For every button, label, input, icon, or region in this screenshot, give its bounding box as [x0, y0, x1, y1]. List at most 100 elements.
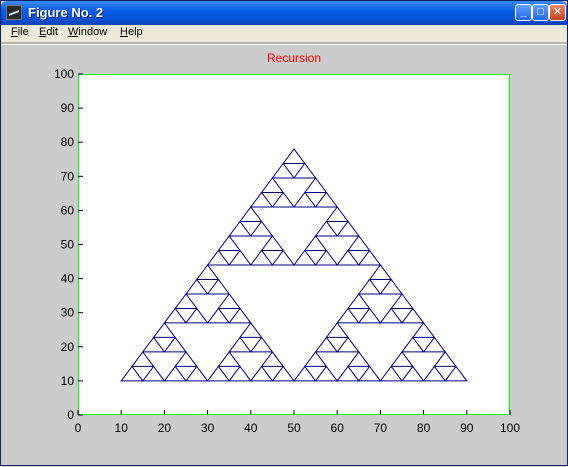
fractal-triangle [368, 264, 393, 280]
fractal-triangle [282, 148, 306, 165]
x-tick-label: 40 [244, 421, 258, 435]
y-tick-label: 50 [61, 238, 75, 252]
fractal-triangle [206, 278, 231, 295]
fractal-triangle [314, 191, 339, 208]
x-axis: 0 10 20 30 40 50 60 70 80 90 100 [75, 410, 520, 435]
y-tick-label: 0 [67, 408, 74, 422]
fractal-triangle [217, 235, 241, 251]
fractal-triangle [401, 336, 425, 353]
fractal-triangle [174, 293, 198, 309]
x-tick-label: 90 [460, 421, 474, 435]
fractal-triangle [293, 191, 317, 208]
fractal-triangle [163, 365, 187, 382]
fractal-triangle [401, 307, 425, 324]
fractal-triangle [271, 191, 295, 208]
fractal-triangle [217, 351, 241, 367]
fractal-triangle [163, 336, 187, 353]
fractal-triangle [336, 365, 360, 382]
fractal-triangle [249, 249, 274, 266]
y-tick-label: 80 [61, 135, 75, 149]
fractal-triangle [303, 177, 328, 193]
x-tick-label: 10 [115, 421, 129, 435]
fractal-triangle [249, 336, 274, 353]
x-tick-label: 80 [417, 421, 431, 435]
fractal-triangle [390, 293, 414, 309]
fractal-triangle [206, 249, 231, 266]
fractal-triangle [401, 365, 425, 382]
fractal-triangle [303, 351, 328, 367]
fractal-triangle [228, 249, 252, 266]
fractal-triangle [249, 191, 274, 208]
fractal-triangle [411, 322, 436, 338]
fractal-triangle [163, 307, 187, 324]
fractal-triangle [228, 220, 252, 237]
fractal-triangle [174, 351, 198, 367]
fractal-triangle [422, 336, 447, 353]
fractal-triangle [239, 206, 263, 222]
fractal-triangle [347, 235, 371, 251]
fractal-triangle [271, 249, 295, 266]
fractal-triangle [379, 278, 403, 295]
fractal-triangle [141, 365, 166, 382]
fractal-triangle [347, 351, 371, 367]
fractal-triangle [357, 249, 382, 266]
x-tick-label: 60 [331, 421, 345, 435]
fractal-triangle [293, 249, 317, 266]
fractal-triangle [336, 220, 360, 237]
fractal-triangle [379, 365, 403, 382]
fractal-triangle [195, 264, 220, 280]
x-tick-label: 30 [201, 421, 215, 435]
fractal-triangle [120, 365, 144, 382]
fractal-triangle [444, 365, 468, 382]
x-tick-label: 50 [287, 421, 301, 435]
fractal-triangle [228, 307, 252, 324]
y-tick-label: 60 [61, 203, 75, 217]
fractal-triangle [314, 336, 339, 353]
fractal-triangle [357, 278, 382, 295]
fractal-triangle [325, 322, 349, 338]
fractal-triangle [185, 278, 209, 295]
fractal-triangle [433, 351, 457, 367]
fractal-triangle [390, 351, 414, 367]
y-tick-label: 70 [61, 169, 75, 183]
fractal-triangle [260, 177, 285, 193]
fractal-triangle [249, 220, 274, 237]
fractal-triangle [271, 365, 295, 382]
y-tick-label: 10 [61, 374, 75, 388]
fractal-triangle [206, 307, 231, 324]
fractal-triangle [141, 336, 166, 353]
fractal-triangle [325, 206, 349, 222]
figure-window: Figure No. 2 _ □ ✕ File Edit Window Help… [0, 0, 568, 466]
fractal-triangle [260, 351, 285, 367]
fractal-triangle [336, 336, 360, 353]
y-tick-label: 90 [61, 101, 75, 115]
fractal-triangle [239, 322, 263, 338]
fractal-triangle [357, 307, 382, 324]
fractal-triangle [249, 365, 274, 382]
x-tick-label: 100 [500, 421, 520, 435]
y-tick-label: 30 [61, 306, 75, 320]
y-tick-label: 100 [54, 67, 74, 81]
fractal-triangle [422, 365, 447, 382]
fractal-triangle [347, 293, 371, 309]
fractal-triangle [303, 235, 328, 251]
fractal-triangle [228, 336, 252, 353]
fractal-triangle [293, 365, 317, 382]
fractal-triangle [260, 235, 285, 251]
y-tick-label: 40 [61, 272, 75, 286]
x-tick-label: 0 [75, 421, 82, 435]
y-axis: 0 10 20 30 40 50 60 70 80 90 100 [54, 67, 83, 422]
fractal-triangle [314, 365, 339, 382]
fractal-triangle [314, 249, 339, 266]
fractal-triangle [271, 162, 295, 179]
fractal-triangle [206, 365, 231, 382]
plot-svg: 0 10 20 30 40 50 60 70 80 90 100 0 10 20 30 40 50 60 70 80… [54, 67, 520, 435]
y-tick-label: 20 [61, 340, 75, 354]
fractal-triangle [314, 220, 339, 237]
fractal-triangle [336, 307, 360, 324]
x-tick-label: 20 [158, 421, 172, 435]
fractal-triangle [217, 293, 241, 309]
fractal-triangle [357, 365, 382, 382]
fractal-triangle [336, 249, 360, 266]
fractal-triangle [185, 307, 209, 324]
